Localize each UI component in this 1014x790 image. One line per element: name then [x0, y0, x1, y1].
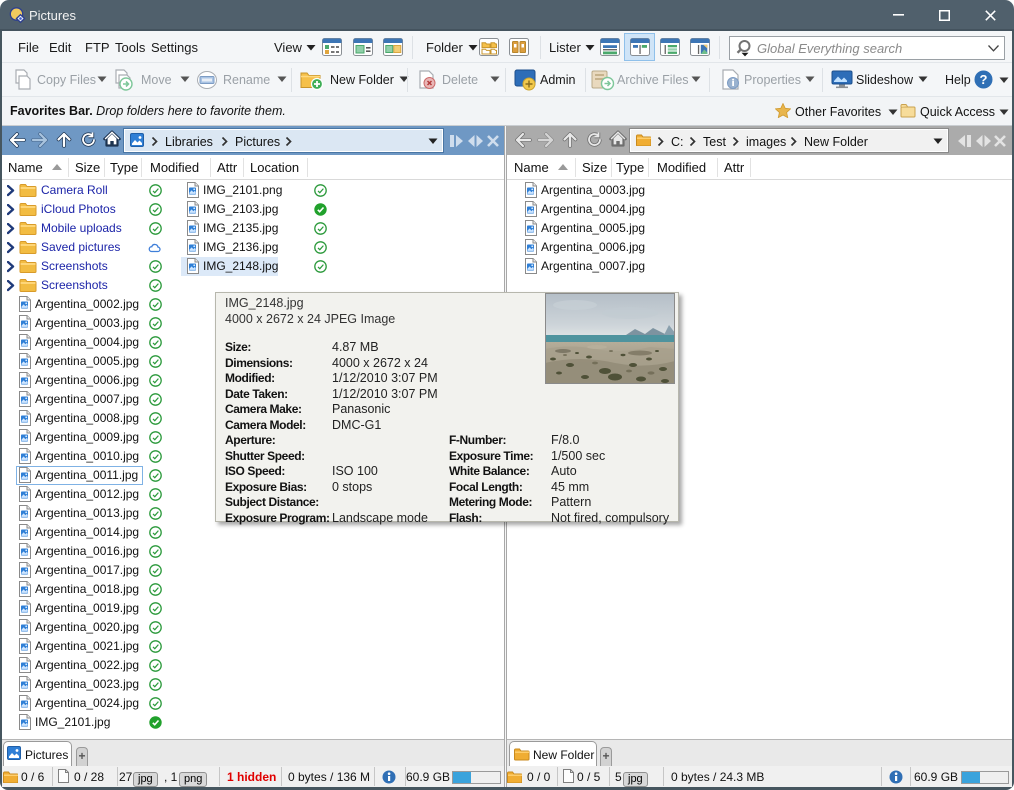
- svg-text:?: ?: [980, 72, 988, 87]
